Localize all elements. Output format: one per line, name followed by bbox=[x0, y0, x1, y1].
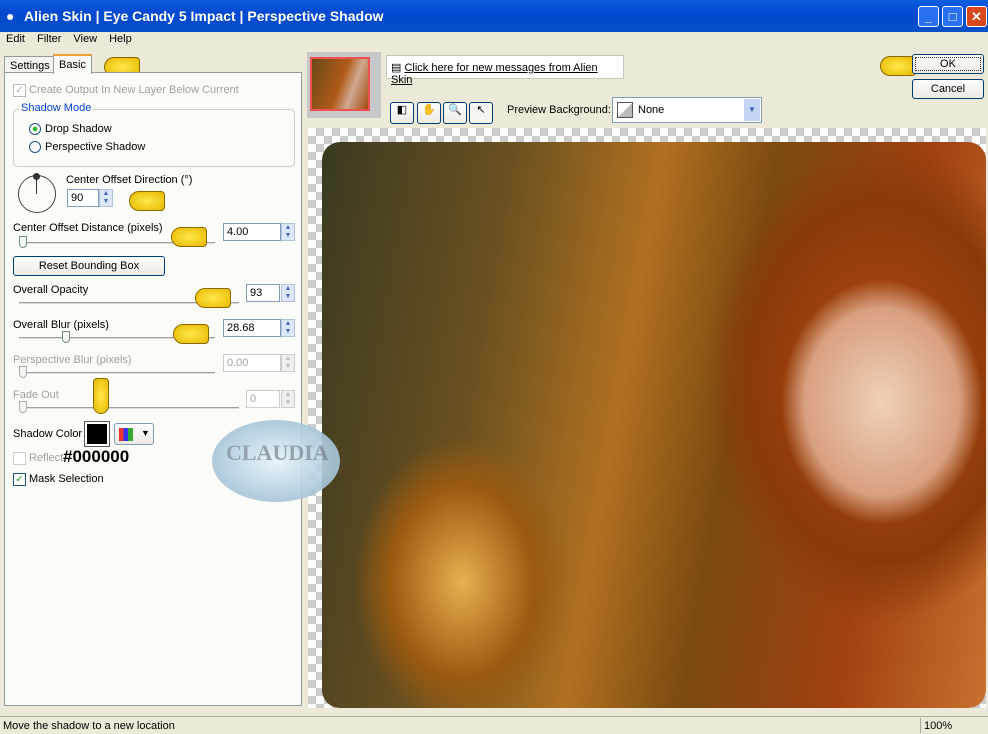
pointer-tool-button[interactable]: ↖ bbox=[469, 102, 493, 124]
menu-help[interactable]: Help bbox=[109, 33, 132, 45]
perspective-blur-input[interactable]: 0.00 bbox=[223, 354, 281, 372]
distance-label: Center Offset Distance (pixels) bbox=[13, 222, 163, 234]
cancel-button[interactable]: Cancel bbox=[912, 79, 984, 99]
preview-icon: ◧ bbox=[396, 104, 408, 116]
distance-spinner[interactable]: ▲ ▼ bbox=[281, 223, 295, 241]
direction-label: Center Offset Direction (°) bbox=[66, 174, 193, 186]
perspective-shadow-radio[interactable] bbox=[29, 141, 41, 153]
mask-selection-label: Mask Selection bbox=[29, 473, 104, 485]
distance-input[interactable]: 4.00 bbox=[223, 223, 281, 241]
zoom-tool-button[interactable]: 🔍 bbox=[443, 102, 467, 124]
checker-icon bbox=[617, 102, 633, 118]
ok-button[interactable]: OK bbox=[912, 54, 984, 74]
reset-bounding-box-button[interactable]: Reset Bounding Box bbox=[13, 256, 165, 276]
fade-out-spinner[interactable]: ▲ ▼ bbox=[281, 390, 295, 408]
app-icon: ● bbox=[6, 8, 15, 24]
preview-background-select[interactable]: None ▼ bbox=[612, 97, 762, 123]
status-bar: Move the shadow to a new location 100% bbox=[0, 716, 988, 734]
hand-icon: ✋ bbox=[422, 104, 436, 116]
palette-icon bbox=[119, 428, 133, 441]
create-output-checkbox[interactable]: ✓ bbox=[13, 84, 26, 97]
blur-label: Overall Blur (pixels) bbox=[13, 319, 109, 331]
create-output-label: Create Output In New Layer Below Current bbox=[29, 84, 239, 96]
opacity-label: Overall Opacity bbox=[13, 284, 89, 296]
preview-background-label: Preview Background: bbox=[507, 104, 611, 116]
direction-spinner[interactable]: ▲ ▼ bbox=[99, 189, 113, 207]
preview-background-value: None bbox=[638, 104, 665, 116]
title-bar: ● Alien Skin | Eye Candy 5 Impact | Pers… bbox=[0, 0, 988, 32]
perspective-blur-slider[interactable] bbox=[19, 372, 215, 375]
close-button[interactable]: ✕ bbox=[966, 6, 987, 27]
fade-out-input[interactable]: 0 bbox=[246, 390, 280, 408]
messages-box[interactable]: ▤ Click here for new messages from Alien… bbox=[386, 55, 624, 86]
menu-filter[interactable]: Filter bbox=[37, 33, 61, 45]
drop-shadow-label: Drop Shadow bbox=[45, 123, 112, 135]
pointing-hand-annotation bbox=[880, 56, 916, 76]
menu-edit[interactable]: Edit bbox=[6, 33, 25, 45]
pointer-icon: ↖ bbox=[476, 104, 486, 116]
reflect-label: Reflect bbox=[29, 452, 64, 464]
perspective-blur-label: Perspective Blur (pixels) bbox=[13, 354, 132, 366]
pointing-hand-annotation bbox=[171, 227, 207, 247]
chevron-down-icon: ▼ bbox=[744, 99, 760, 121]
distance-slider-thumb[interactable] bbox=[19, 236, 27, 248]
opacity-spinner[interactable]: ▲ ▼ bbox=[281, 284, 295, 302]
blur-input[interactable]: 28.68 bbox=[223, 319, 281, 337]
pointing-hand-annotation bbox=[195, 288, 231, 308]
message-icon: ▤ bbox=[391, 62, 405, 74]
shadow-color-label: Shadow Color bbox=[13, 428, 83, 440]
zoom-level: 100% bbox=[924, 720, 953, 732]
chevron-down-icon: ▼ bbox=[141, 428, 150, 438]
color-picker-dropdown[interactable]: ▼ bbox=[114, 423, 154, 445]
maximize-button[interactable]: □ bbox=[942, 6, 963, 27]
perspective-blur-spinner[interactable]: ▲ ▼ bbox=[281, 354, 295, 372]
pointing-hand-annotation bbox=[173, 324, 209, 344]
menu-view[interactable]: View bbox=[73, 33, 97, 45]
messages-link[interactable]: Click here for new messages from Alien S… bbox=[391, 62, 598, 86]
color-annotation: #000000 bbox=[63, 447, 130, 466]
watermark-text: CLAUDIA bbox=[226, 440, 329, 465]
preview-canvas[interactable] bbox=[308, 128, 986, 708]
perspective-blur-slider-thumb[interactable] bbox=[19, 366, 27, 378]
fade-out-label: Fade Out bbox=[13, 389, 59, 401]
preview-image bbox=[322, 142, 986, 708]
tab-basic[interactable]: Basic bbox=[53, 54, 92, 74]
opacity-input[interactable]: 93 bbox=[246, 284, 280, 302]
perspective-shadow-label: Perspective Shadow bbox=[45, 141, 146, 153]
minimize-button[interactable]: _ bbox=[918, 6, 939, 27]
basic-panel: ✓ Create Output In New Layer Below Curre… bbox=[4, 72, 302, 706]
direction-input[interactable]: 90 bbox=[67, 189, 99, 207]
status-text: Move the shadow to a new location bbox=[3, 720, 175, 732]
zoom-icon: 🔍 bbox=[448, 104, 462, 116]
menu-bar: Edit Filter View Help bbox=[0, 32, 988, 48]
direction-dial[interactable] bbox=[18, 173, 56, 213]
navigator-thumbnail[interactable] bbox=[307, 52, 381, 118]
preview-tool-button[interactable]: ◧ bbox=[390, 102, 414, 124]
mask-selection-checkbox[interactable]: ✓ bbox=[13, 473, 26, 486]
shadow-mode-group bbox=[13, 109, 295, 167]
window-title: Alien Skin | Eye Candy 5 Impact | Perspe… bbox=[24, 8, 384, 24]
blur-slider-thumb[interactable] bbox=[62, 331, 70, 343]
reflect-checkbox[interactable] bbox=[13, 452, 26, 465]
hand-tool-button[interactable]: ✋ bbox=[417, 102, 441, 124]
blur-spinner[interactable]: ▲ ▼ bbox=[281, 319, 295, 337]
fade-out-slider[interactable] bbox=[19, 407, 239, 410]
fade-out-slider-thumb[interactable] bbox=[19, 401, 27, 413]
shadow-mode-legend: Shadow Mode bbox=[19, 102, 94, 114]
shadow-color-swatch[interactable] bbox=[84, 421, 110, 447]
drop-shadow-radio[interactable] bbox=[29, 123, 41, 135]
view-rectangle[interactable] bbox=[310, 57, 370, 111]
watermark-logo: CLAUDIA bbox=[212, 420, 340, 502]
pointing-hand-annotation bbox=[129, 191, 165, 211]
pointing-hand-annotation bbox=[93, 378, 109, 414]
